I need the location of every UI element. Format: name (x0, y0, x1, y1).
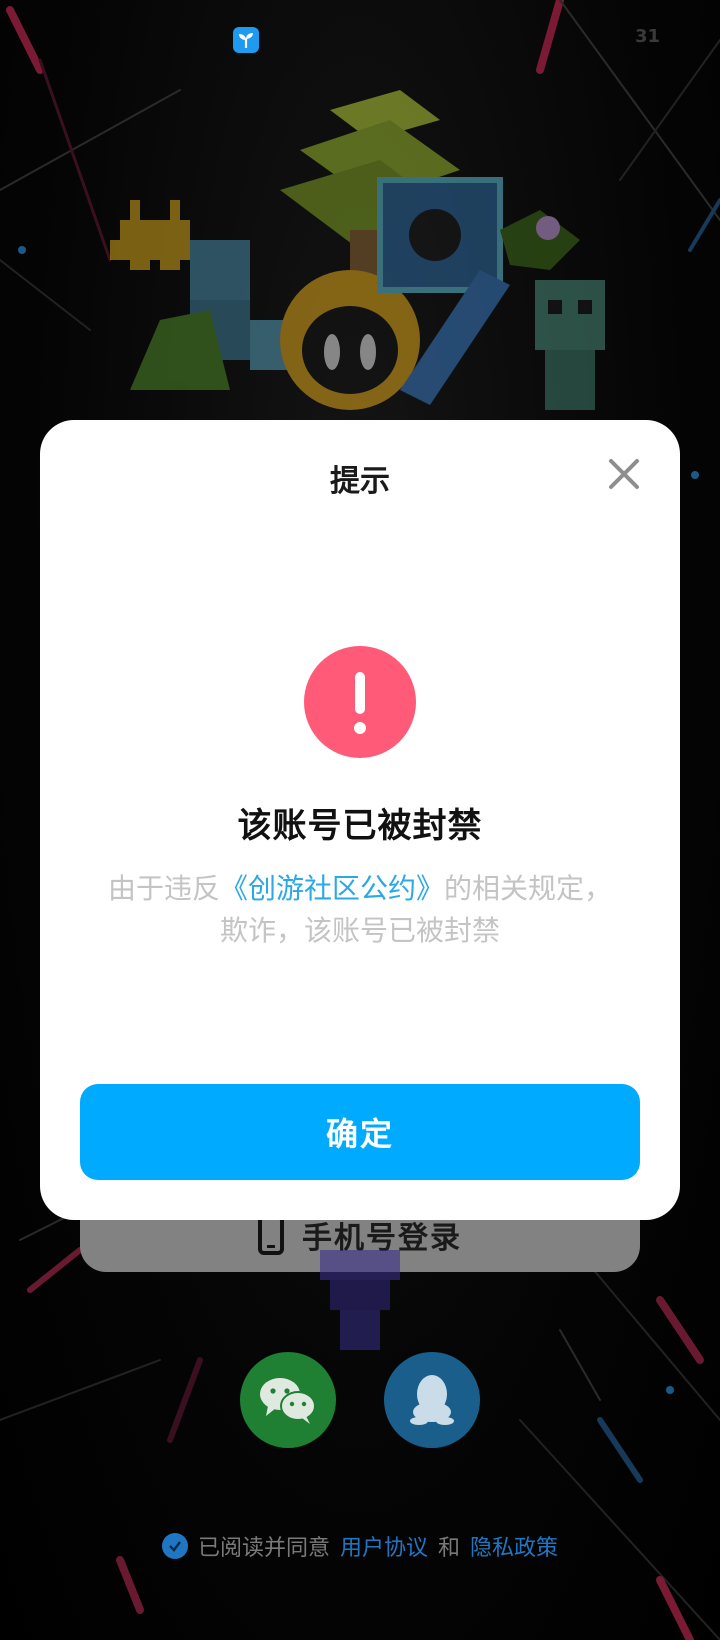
checkmark-icon (169, 1541, 181, 1552)
wechat-icon (260, 1378, 316, 1424)
confirm-button[interactable]: 确定 (80, 1084, 640, 1180)
user-agreement-link[interactable]: 用户协议 (340, 1530, 428, 1562)
hero-illustration (110, 90, 605, 410)
exclamation-icon (304, 646, 416, 758)
dialog-heading: 该账号已被封禁 (237, 806, 483, 846)
agreement-prefix: 已阅读并同意 (197, 1536, 330, 1561)
agreement-and: 和 (438, 1536, 461, 1561)
qq-login-button[interactable] (384, 1352, 480, 1448)
battery-level: 31 (634, 26, 660, 47)
qq-icon (410, 1375, 454, 1425)
dialog-message: 由于违反《创游社区公约》的相关规定，欺诈，该账号已被封禁 (102, 868, 618, 952)
close-button[interactable] (602, 452, 646, 496)
privacy-policy-link[interactable]: 隐私政策 (470, 1530, 558, 1562)
message-prefix: 由于违反 (107, 872, 220, 905)
wechat-login-button[interactable] (240, 1352, 336, 1448)
agreement-row: 已阅读并同意 用户协议 和 隐私政策 (0, 1530, 720, 1562)
agree-checkbox[interactable] (161, 1533, 188, 1559)
dialog-title: 提示 (330, 464, 390, 499)
sprout-app-icon (233, 27, 259, 53)
close-icon (609, 459, 639, 489)
community-rules-link[interactable]: 《创游社区公约》 (220, 872, 444, 905)
login-screen: 31 手机号登录 已阅读并同意 用户协议 和 隐私政策 提示 该账号已被封禁 由… (0, 0, 720, 1640)
phone-icon (258, 1215, 284, 1255)
account-banned-dialog: 提示 该账号已被封禁 由于违反《创游社区公约》的相关规定，欺诈，该账号已被封禁 … (40, 420, 680, 1220)
voxel-tower-decoration (320, 1250, 400, 1350)
